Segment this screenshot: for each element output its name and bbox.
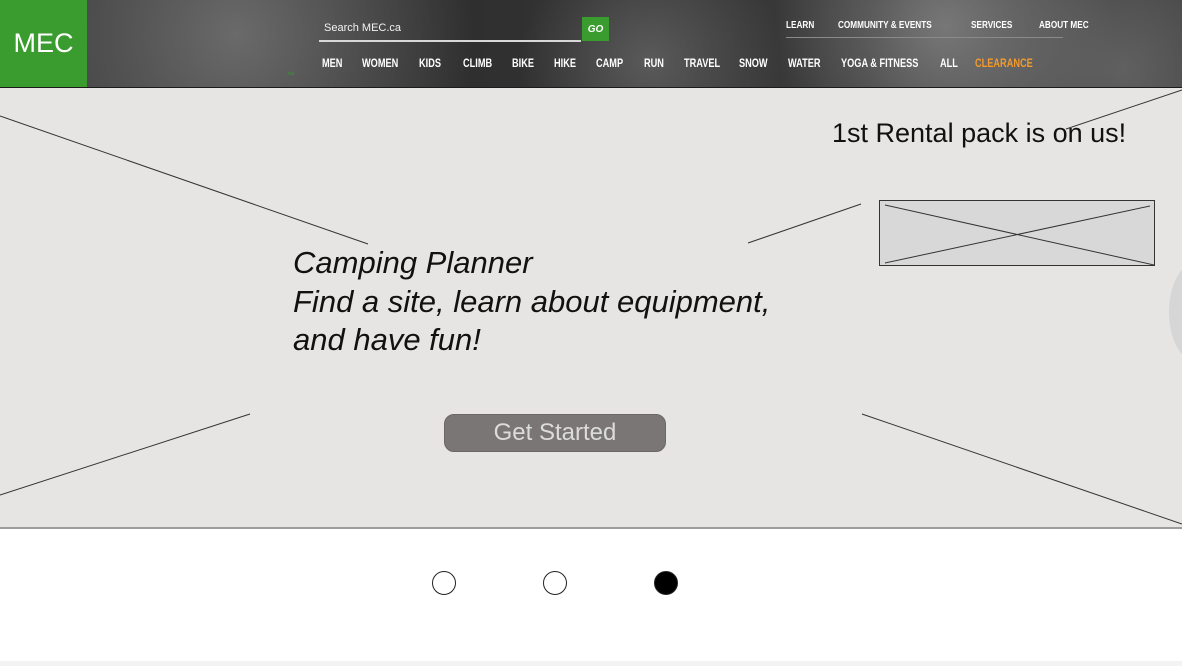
nav-clearance[interactable]: CLEARANCE (975, 58, 1033, 70)
headline-line-1: Camping Planner (293, 245, 533, 280)
nav-run[interactable]: RUN (644, 58, 664, 70)
search-field[interactable] (319, 17, 591, 42)
hero-banner: 1st Rental pack is on us! Camping Planne… (0, 88, 1182, 529)
logo-text: MEC (13, 28, 74, 58)
nav-yoga-fitness[interactable]: YOGA & FITNESS (841, 58, 918, 70)
page-divider (0, 661, 1182, 666)
nav-men[interactable]: MEN (322, 58, 342, 70)
utility-nav: LEARN COMMUNITY & EVENTS SERVICES ABOUT … (786, 20, 1089, 38)
util-nav-services[interactable]: SERVICES (971, 20, 1012, 31)
hero-headline: Camping Planner Find a site, learn about… (293, 244, 770, 360)
util-nav-learn[interactable]: LEARN (786, 20, 814, 31)
carousel-dot-3[interactable] (654, 571, 678, 595)
util-nav-community-events[interactable]: COMMUNITY & EVENTS (838, 20, 932, 31)
search-input[interactable] (319, 17, 591, 38)
nav-water[interactable]: WATER (788, 58, 821, 70)
carousel-dot-2[interactable] (543, 571, 567, 595)
util-nav-about[interactable]: ABOUT MEC (1039, 20, 1089, 31)
mec-logo[interactable]: MEC (0, 0, 87, 87)
nav-climb[interactable]: CLIMB (463, 58, 492, 70)
image-placeholder (879, 200, 1155, 266)
nav-camp[interactable]: CAMP (596, 58, 623, 70)
nav-travel[interactable]: TRAVEL (684, 58, 720, 70)
site-header: MEC ™ GO LEARN COMMUNITY & EVENTS SERVIC… (0, 0, 1182, 88)
nav-bike[interactable]: BIKE (512, 58, 534, 70)
headline-line-3: and have fun! (293, 322, 481, 357)
get-started-button[interactable]: Get Started (444, 414, 666, 452)
carousel-dot-1[interactable] (432, 571, 456, 595)
search-go-button[interactable]: GO (582, 17, 609, 41)
placeholder-cross-icon (884, 204, 1154, 265)
nav-women[interactable]: WOMEN (362, 58, 398, 70)
promo-text: 1st Rental pack is on us! (832, 118, 1127, 148)
headline-line-2: Find a site, learn about equipment, (293, 283, 771, 319)
nav-all[interactable]: ALL (940, 58, 958, 70)
nav-kids[interactable]: KIDS (419, 58, 441, 70)
nav-snow[interactable]: SNOW (739, 58, 768, 70)
tiny-mark: ™ (287, 72, 294, 79)
nav-hike[interactable]: HIKE (554, 58, 576, 70)
